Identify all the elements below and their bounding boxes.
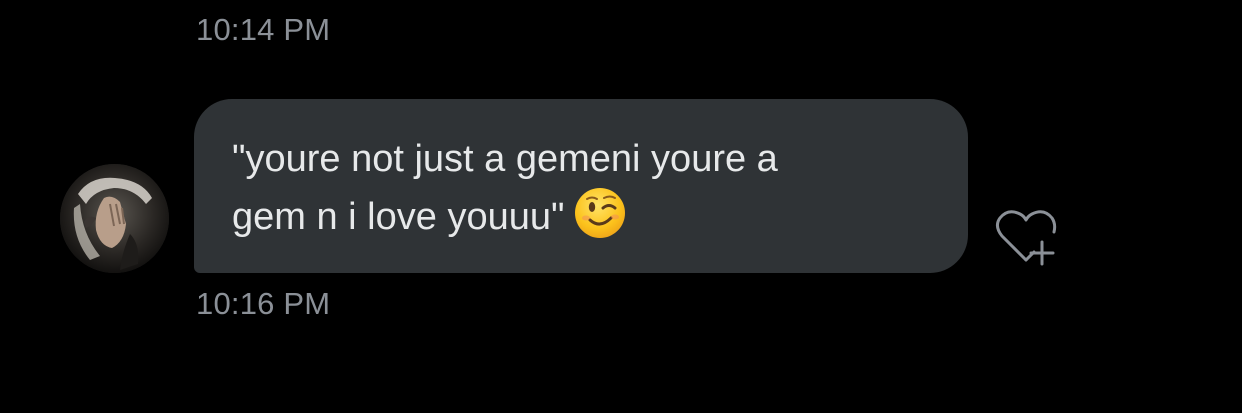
- message-timestamp-bottom: 10:16 PM: [196, 286, 331, 321]
- message-text-line-1: "youre not just a gemeni youre a: [232, 138, 778, 180]
- avatar-photo: [60, 164, 169, 273]
- winking-face-emoji: [574, 187, 626, 255]
- sender-avatar[interactable]: [60, 164, 169, 273]
- react-heart-button[interactable]: [990, 204, 1062, 270]
- message-text: gem n i love youuu": [232, 196, 565, 238]
- heart-plus-icon: [995, 210, 1057, 266]
- message-text-line-2: gem n i love youuu": [232, 187, 928, 255]
- message-bubble[interactable]: "youre not just a gemeni youre a gem n i…: [194, 99, 968, 273]
- message-timestamp-top: 10:14 PM: [196, 12, 331, 47]
